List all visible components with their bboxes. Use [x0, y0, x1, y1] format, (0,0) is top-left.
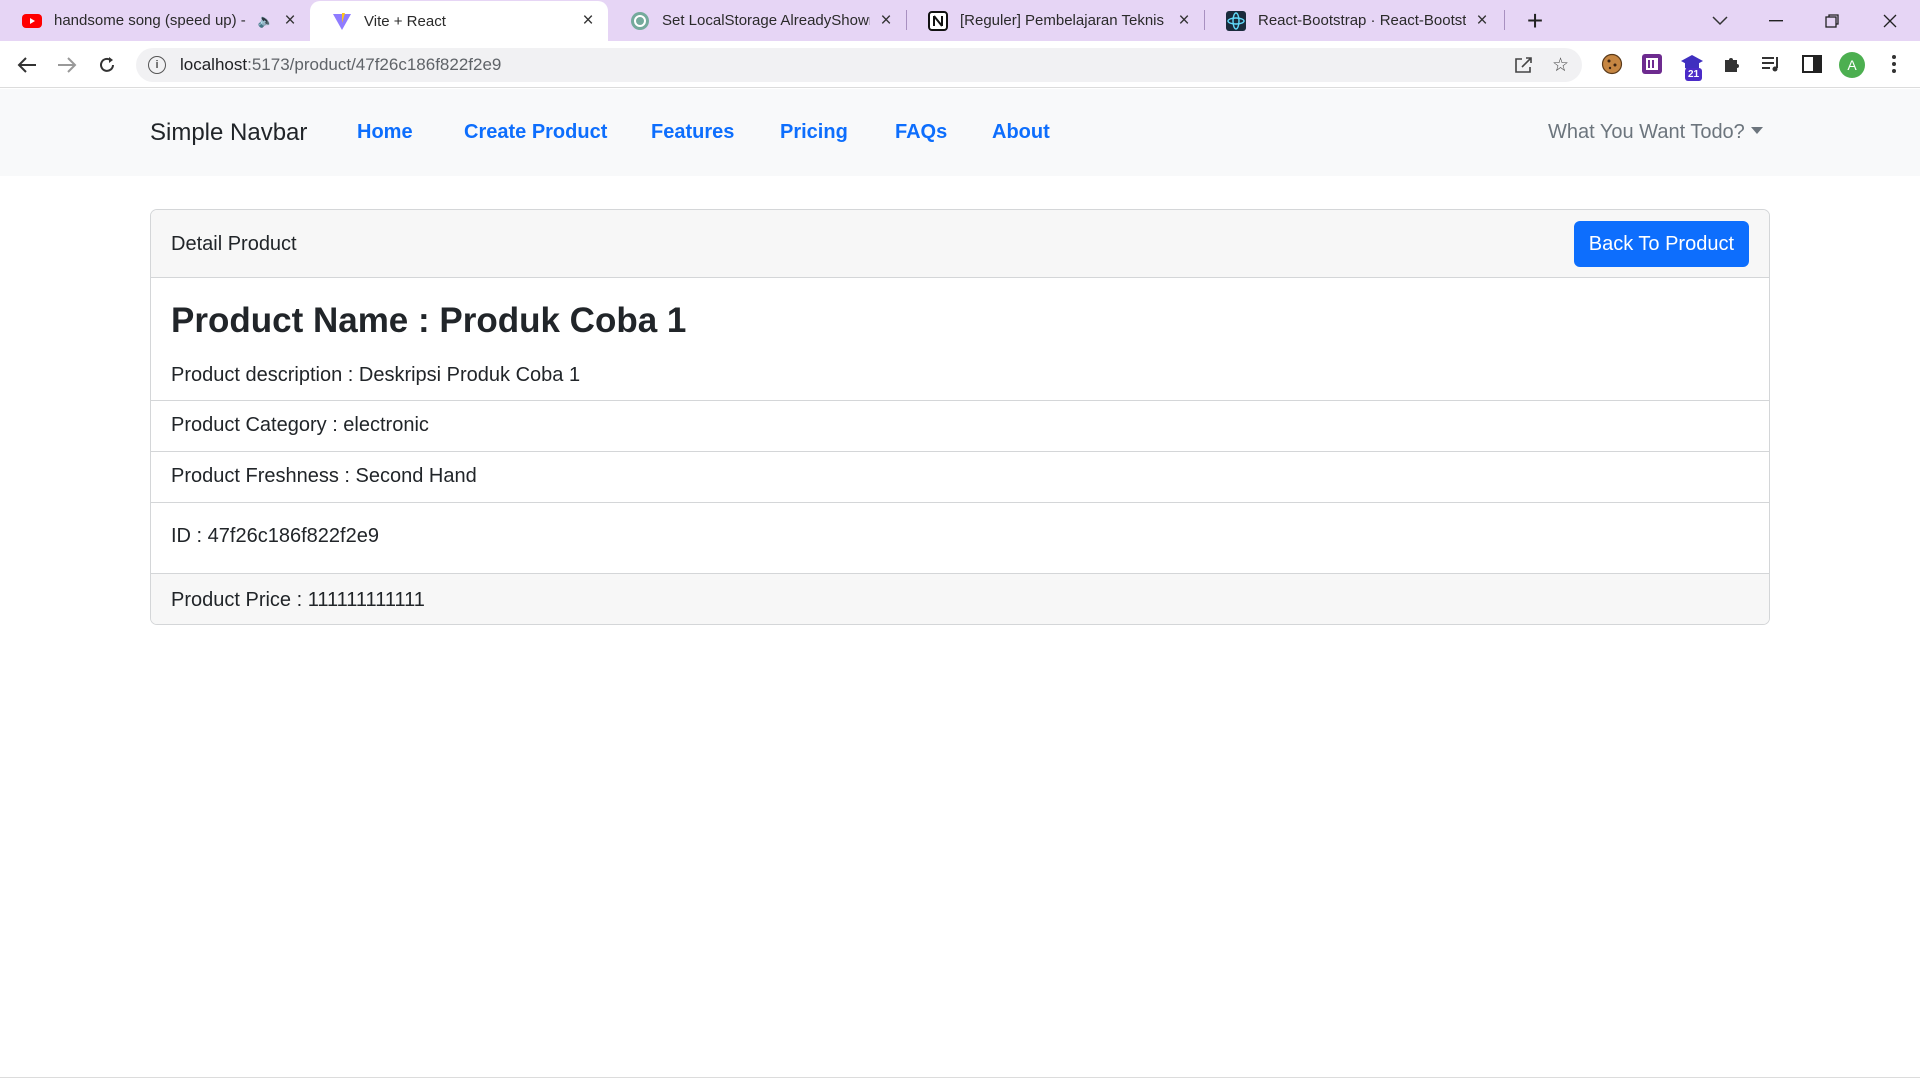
bookmark-star-icon[interactable]: ☆	[1552, 54, 1569, 77]
card-header-title: Detail Product	[171, 233, 297, 255]
list-item-category: Product Category : electronic	[151, 401, 1769, 452]
close-window-button[interactable]	[1862, 0, 1918, 41]
tab-title: Vite + React	[364, 12, 446, 30]
close-tab-icon[interactable]: ×	[1472, 10, 1492, 31]
react-bootstrap-icon	[1226, 10, 1246, 31]
card-footer: Product Price : 111111111111	[151, 574, 1769, 624]
nav-link-about[interactable]: About	[992, 121, 1050, 144]
tab-title: [Reguler] Pembelajaran Teknis Re	[960, 12, 1168, 29]
nav-link-pricing[interactable]: Pricing	[780, 121, 848, 144]
list-item-freshness: Product Freshness : Second Hand	[151, 452, 1769, 503]
site-navbar: Simple Navbar Home Create Product Featur…	[0, 89, 1920, 176]
devtools-extension-icon[interactable]	[1638, 50, 1666, 78]
restore-window-button[interactable]	[1804, 0, 1860, 41]
todo-dropdown-toggle[interactable]: What You Want Todo?	[1548, 121, 1763, 144]
reload-icon[interactable]	[90, 48, 124, 82]
window-bottom-border	[0, 1077, 1920, 1078]
youtube-icon	[22, 11, 42, 31]
chatgpt-icon	[630, 11, 650, 31]
tab-search-chevron-icon[interactable]	[1692, 0, 1748, 41]
navbar-brand[interactable]: Simple Navbar	[150, 119, 307, 147]
address-bar[interactable]: i localhost:5173/product/47f26c186f822f2…	[136, 48, 1582, 82]
url-text: localhost:5173/product/47f26c186f822f2e9	[180, 55, 501, 75]
browser-menu-icon[interactable]	[1880, 50, 1908, 78]
side-panel-icon[interactable]	[1798, 50, 1826, 78]
nav-link-home[interactable]: Home	[357, 121, 413, 144]
tab-title: Set LocalStorage AlreadyShown.	[662, 12, 870, 29]
back-arrow-icon[interactable]	[10, 48, 44, 82]
dropdown-label: What You Want Todo?	[1548, 121, 1745, 143]
caret-down-icon	[1750, 127, 1763, 134]
forward-arrow-icon[interactable]	[50, 48, 84, 82]
tab-title: React-Bootstrap · React-Bootstrap	[1258, 12, 1466, 29]
product-price: Product Price : 111111111111	[171, 589, 425, 611]
card-header: Detail Product Back To Product	[151, 210, 1769, 278]
url-path: :5173/product/47f26c186f822f2e9	[247, 55, 502, 74]
browser-tab-strip: handsome song (speed up) - 🔈 × Vite + Re…	[0, 0, 1920, 41]
browser-tab-react-bootstrap[interactable]: React-Bootstrap · React-Bootstrap ×	[1204, 0, 1502, 41]
nav-link-faqs[interactable]: FAQs	[895, 121, 947, 144]
site-info-icon[interactable]: i	[148, 56, 166, 74]
media-queue-icon[interactable]	[1758, 50, 1786, 78]
product-detail-card: Detail Product Back To Product Product N…	[150, 209, 1770, 625]
card-body: Product Name : Produk Coba 1 Product des…	[151, 278, 1769, 401]
nav-link-features[interactable]: Features	[651, 121, 734, 144]
puzzle-extensions-icon[interactable]	[1718, 50, 1746, 78]
product-name: Product Name : Produk Coba 1	[171, 301, 687, 340]
browser-tab-youtube[interactable]: handsome song (speed up) - 🔈 ×	[0, 0, 310, 41]
list-item-id: ID : 47f26c186f822f2e9	[151, 503, 1769, 574]
product-category: Product Category : electronic	[171, 414, 429, 436]
minimize-window-button[interactable]	[1748, 0, 1804, 41]
close-tab-icon[interactable]: ×	[578, 10, 598, 31]
back-to-product-button[interactable]: Back To Product	[1573, 221, 1749, 267]
browser-tab-notion[interactable]: [Reguler] Pembelajaran Teknis Re ×	[906, 0, 1204, 41]
close-tab-icon[interactable]: ×	[1174, 10, 1194, 31]
close-tab-icon[interactable]: ×	[280, 10, 300, 31]
product-freshness: Product Freshness : Second Hand	[171, 465, 477, 487]
vite-icon	[332, 11, 352, 31]
cookie-extension-icon[interactable]	[1598, 50, 1626, 78]
product-description: Product description : Deskripsi Produk C…	[171, 364, 581, 386]
profile-avatar[interactable]: A	[1839, 52, 1865, 78]
close-tab-icon[interactable]: ×	[876, 10, 896, 31]
new-tab-button[interactable]: +	[1518, 4, 1552, 38]
url-host: localhost	[180, 55, 248, 74]
notion-icon	[928, 10, 948, 31]
extension-badge: 21	[1685, 68, 1703, 81]
browser-toolbar: i localhost:5173/product/47f26c186f822f2…	[0, 41, 1920, 88]
nav-link-create-product[interactable]: Create Product	[464, 121, 607, 144]
product-id: ID : 47f26c186f822f2e9	[171, 525, 379, 547]
speaker-icon[interactable]: 🔈	[258, 13, 274, 29]
browser-tab-vite[interactable]: Vite + React ×	[310, 1, 608, 41]
browser-tab-chatgpt[interactable]: Set LocalStorage AlreadyShown. ×	[608, 0, 906, 41]
tab-separator	[1504, 10, 1505, 30]
share-icon[interactable]	[1514, 56, 1534, 80]
tab-title: handsome song (speed up) -	[54, 12, 246, 29]
